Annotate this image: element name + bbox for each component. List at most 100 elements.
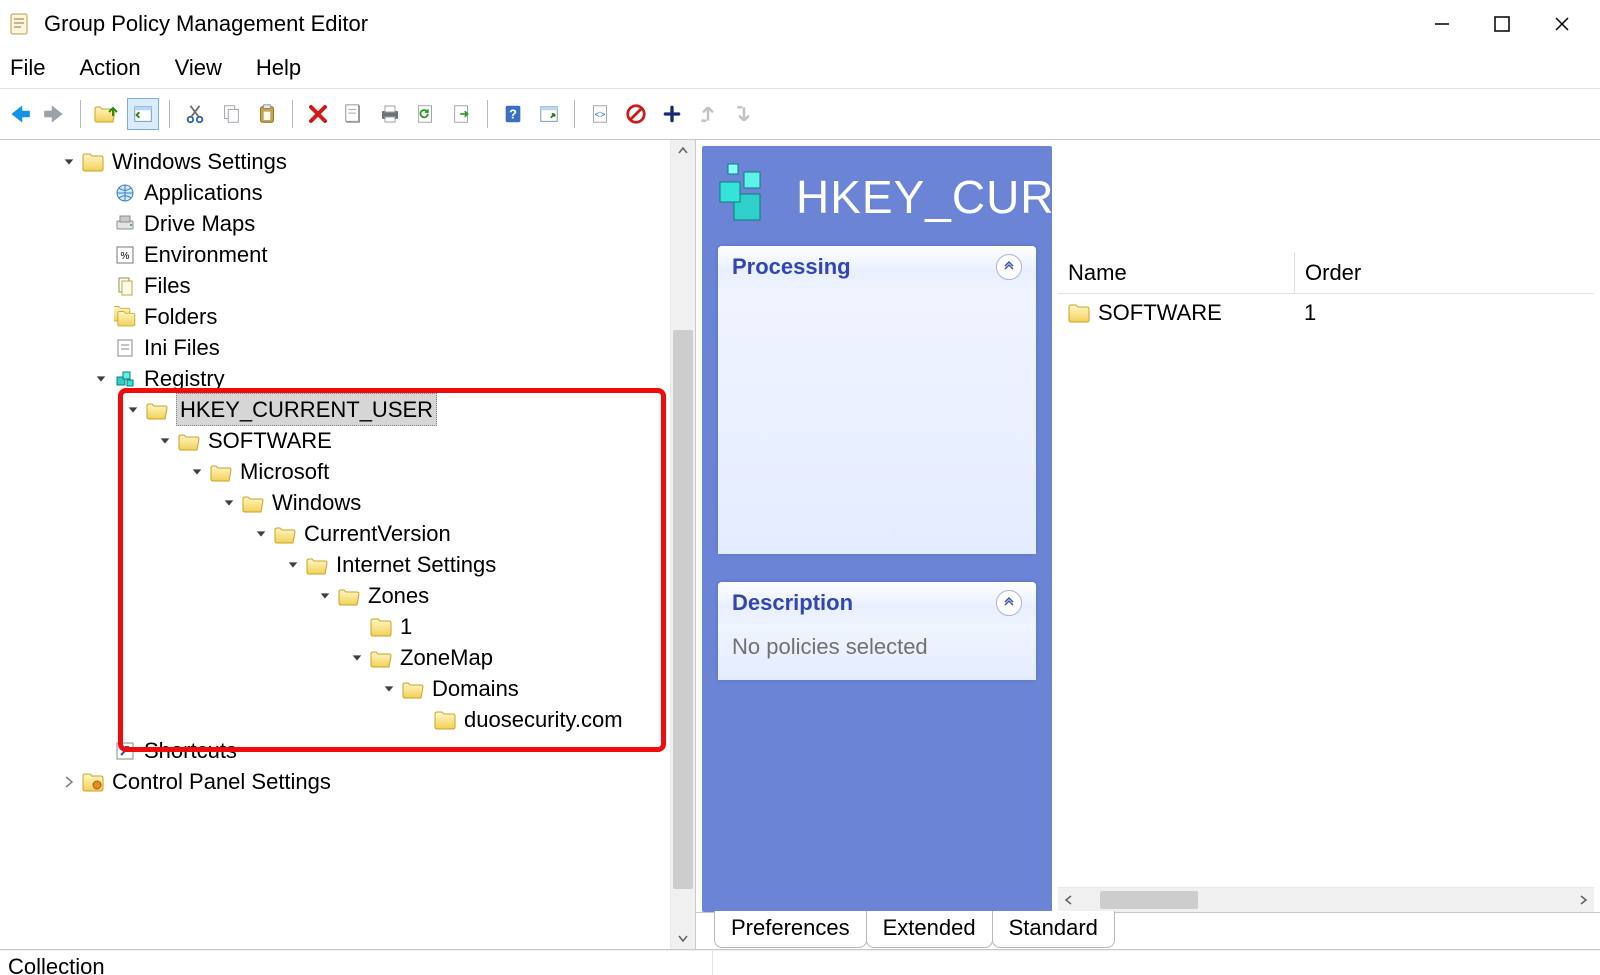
tree-label: Shortcuts [144, 735, 237, 766]
menu-help[interactable]: Help [254, 51, 303, 85]
scroll-left-icon[interactable] [1058, 888, 1080, 912]
tree-item-applications[interactable]: Applications [0, 177, 670, 208]
tree-label: Windows Settings [112, 146, 287, 177]
stop-button[interactable] [621, 99, 651, 129]
tree-item-zonemap[interactable]: ZoneMap [0, 642, 670, 673]
card-processing: Processing [718, 246, 1036, 554]
ini-icon [114, 337, 136, 359]
detail-banner: HKEY_CURRENT_USER [714, 162, 1036, 232]
tab-preferences[interactable]: Preferences [714, 911, 867, 948]
chevron-down-icon[interactable] [124, 401, 142, 419]
tab-standard[interactable]: Standard [992, 911, 1115, 948]
tree-item-windows[interactable]: Windows [0, 487, 670, 518]
tree-item-zone-1[interactable]: 1 [0, 611, 670, 642]
drive-icon [114, 213, 136, 235]
export-button[interactable] [447, 99, 477, 129]
forward-button[interactable] [40, 99, 70, 129]
chevron-down-icon[interactable] [60, 153, 78, 171]
help-button[interactable]: ? [498, 99, 528, 129]
minimize-button[interactable] [1412, 4, 1472, 44]
tree-item-control-panel[interactable]: Control Panel Settings [0, 766, 670, 797]
code-sheet-button[interactable]: <> [585, 99, 615, 129]
tree-label: Folders [144, 301, 217, 332]
tree-label: Environment [144, 239, 268, 270]
chevron-down-icon[interactable] [284, 556, 302, 574]
close-button[interactable] [1532, 4, 1592, 44]
chevron-down-icon[interactable] [252, 525, 270, 543]
environment-icon: % [114, 244, 136, 266]
list-row[interactable]: SOFTWARE 1 [1058, 294, 1594, 332]
collapse-button[interactable] [996, 254, 1022, 280]
move-up-button[interactable] [693, 99, 723, 129]
cut-button[interactable] [180, 99, 210, 129]
tree-item-files[interactable]: Files [0, 270, 670, 301]
status-text: Collection [8, 954, 105, 975]
copy-button[interactable] [216, 99, 246, 129]
tree-item-ini-files[interactable]: Ini Files [0, 332, 670, 363]
scroll-track[interactable] [1080, 888, 1572, 912]
cell-text: SOFTWARE [1098, 300, 1222, 326]
menu-action[interactable]: Action [77, 51, 142, 85]
chevron-right-icon[interactable] [60, 773, 78, 791]
folder-open-icon [210, 461, 232, 483]
scroll-down-icon[interactable] [671, 927, 695, 949]
add-button[interactable] [657, 99, 687, 129]
chevron-down-icon[interactable] [92, 370, 110, 388]
maximize-button[interactable] [1472, 4, 1532, 44]
column-name[interactable]: Name [1058, 252, 1295, 294]
menu-view[interactable]: View [173, 51, 224, 85]
tree-item-folders[interactable]: Folders [0, 301, 670, 332]
tree-item-duosecurity[interactable]: duosecurity.com [0, 704, 670, 735]
tree-item-domains[interactable]: Domains [0, 673, 670, 704]
list-view[interactable]: Name Order SOFTWARE 1 [1058, 252, 1594, 912]
toolbar-separator [292, 100, 293, 128]
tree-item-internet-settings[interactable]: Internet Settings [0, 549, 670, 580]
folder-up-button[interactable] [91, 99, 121, 129]
scroll-thumb[interactable] [1100, 891, 1198, 909]
tree-item-software[interactable]: SOFTWARE [0, 425, 670, 456]
tree-item-currentversion[interactable]: CurrentVersion [0, 518, 670, 549]
move-down-button[interactable] [729, 99, 759, 129]
details-button[interactable] [534, 99, 564, 129]
print-button[interactable] [375, 99, 405, 129]
folder-open-icon [178, 430, 200, 452]
tree-item-environment[interactable]: % Environment [0, 239, 670, 270]
chevron-down-icon[interactable] [188, 463, 206, 481]
delete-button[interactable] [303, 99, 333, 129]
scroll-thumb[interactable] [673, 330, 693, 888]
column-order[interactable]: Order [1295, 252, 1594, 294]
toolbar-separator [487, 100, 488, 128]
chevron-down-icon[interactable] [380, 680, 398, 698]
tree-item-microsoft[interactable]: Microsoft [0, 456, 670, 487]
chevron-down-icon[interactable] [348, 649, 366, 667]
tree-item-windows-settings[interactable]: Windows Settings [0, 146, 670, 177]
tree-label: Files [144, 270, 190, 301]
tree-item-zones[interactable]: Zones [0, 580, 670, 611]
tree-item-hkcu[interactable]: HKEY_CURRENT_USER [0, 394, 670, 425]
scroll-right-icon[interactable] [1572, 888, 1594, 912]
chevron-down-icon[interactable] [156, 432, 174, 450]
menu-bar: File Action View Help [0, 48, 1600, 88]
tree-item-registry[interactable]: Registry [0, 363, 670, 394]
scroll-up-icon[interactable] [671, 140, 695, 162]
card-title: Description [732, 590, 853, 616]
show-pane-button[interactable] [127, 98, 159, 130]
properties-button[interactable] [339, 99, 369, 129]
refresh-button[interactable] [411, 99, 441, 129]
tree-scrollbar[interactable] [670, 140, 695, 949]
back-button[interactable] [4, 99, 34, 129]
chevron-down-icon[interactable] [220, 494, 238, 512]
menu-file[interactable]: File [8, 51, 47, 85]
svg-text:<>: <> [595, 110, 606, 120]
tree-item-shortcuts[interactable]: Shortcuts [0, 735, 670, 766]
title-bar: Group Policy Management Editor [0, 0, 1600, 48]
scroll-track[interactable] [671, 162, 695, 927]
tree-item-drive-maps[interactable]: Drive Maps [0, 208, 670, 239]
tab-extended[interactable]: Extended [866, 911, 993, 948]
paste-button[interactable] [252, 99, 282, 129]
list-hscroll[interactable] [1058, 887, 1594, 912]
folder-open-icon [242, 492, 264, 514]
tree-view[interactable]: Windows Settings Applications Drive Maps… [0, 140, 670, 949]
collapse-button[interactable] [996, 590, 1022, 616]
chevron-down-icon[interactable] [316, 587, 334, 605]
